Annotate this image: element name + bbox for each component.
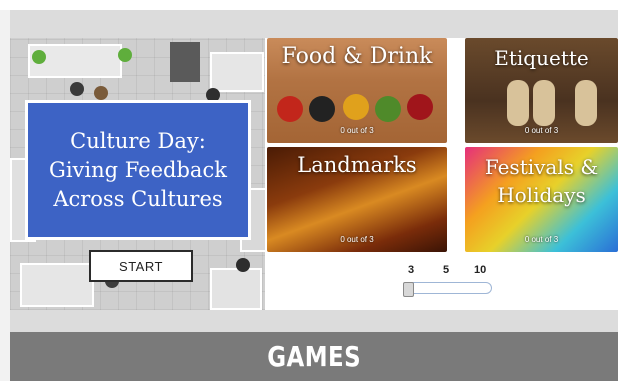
person-icon <box>70 82 84 96</box>
tile-progress: 0 out of 3 <box>340 126 374 135</box>
course-title-line: Across Cultures <box>53 186 223 211</box>
course-title-line: Giving Feedback <box>49 157 227 182</box>
tile-title: Festivals & Holidays <box>465 153 618 209</box>
tile-etiquette[interactable]: Etiquette 0 out of 3 <box>465 38 618 143</box>
page-size-slider-track[interactable] <box>407 282 492 294</box>
tile-progress: 0 out of 3 <box>524 235 559 244</box>
page-size-option-10[interactable]: 10 <box>474 264 486 276</box>
spice-bowl-icon <box>309 96 335 122</box>
tile-progress: 0 out of 3 <box>524 126 559 135</box>
sandal-icon <box>533 80 555 126</box>
tile-food-and-drink[interactable]: Food & Drink 0 out of 3 <box>267 38 447 143</box>
sandal-icon <box>507 80 529 126</box>
spice-bowl-icon <box>343 94 369 120</box>
plant-icon <box>32 50 46 64</box>
page-size-slider-handle[interactable] <box>403 282 414 297</box>
tile-landmarks[interactable]: Landmarks 0 out of 3 <box>267 147 447 252</box>
tile-title: Food & Drink <box>281 44 433 69</box>
top-strip <box>0 0 618 10</box>
spice-bowl-icon <box>375 96 401 122</box>
desk-shape <box>210 52 264 92</box>
spice-bowl-icon <box>407 94 433 120</box>
spice-bowl-icon <box>277 96 303 122</box>
tile-title-line: Festivals & <box>484 155 599 179</box>
games-banner: GAMES <box>10 332 618 381</box>
person-icon <box>236 258 250 272</box>
start-button[interactable]: START <box>89 250 193 282</box>
desk-shape <box>210 268 262 310</box>
tile-festivals-and-holidays[interactable]: Festivals & Holidays 0 out of 3 <box>465 147 618 252</box>
tile-progress: 0 out of 3 <box>340 235 374 244</box>
page-size-option-3[interactable]: 3 <box>408 264 414 276</box>
games-label: GAMES <box>267 340 361 373</box>
course-title-line: Culture Day: <box>70 128 206 153</box>
page-size-option-5[interactable]: 5 <box>443 264 449 276</box>
tile-title: Landmarks <box>297 153 417 177</box>
desk-shape <box>170 42 200 82</box>
tile-title-line: Holidays <box>497 183 586 207</box>
person-icon <box>94 86 108 100</box>
desk-shape <box>20 263 94 307</box>
course-title-card: Culture Day: Giving Feedback Across Cult… <box>25 100 251 240</box>
tile-title: Etiquette <box>494 46 589 70</box>
plant-icon <box>118 48 132 62</box>
sandal-icon <box>575 80 597 126</box>
